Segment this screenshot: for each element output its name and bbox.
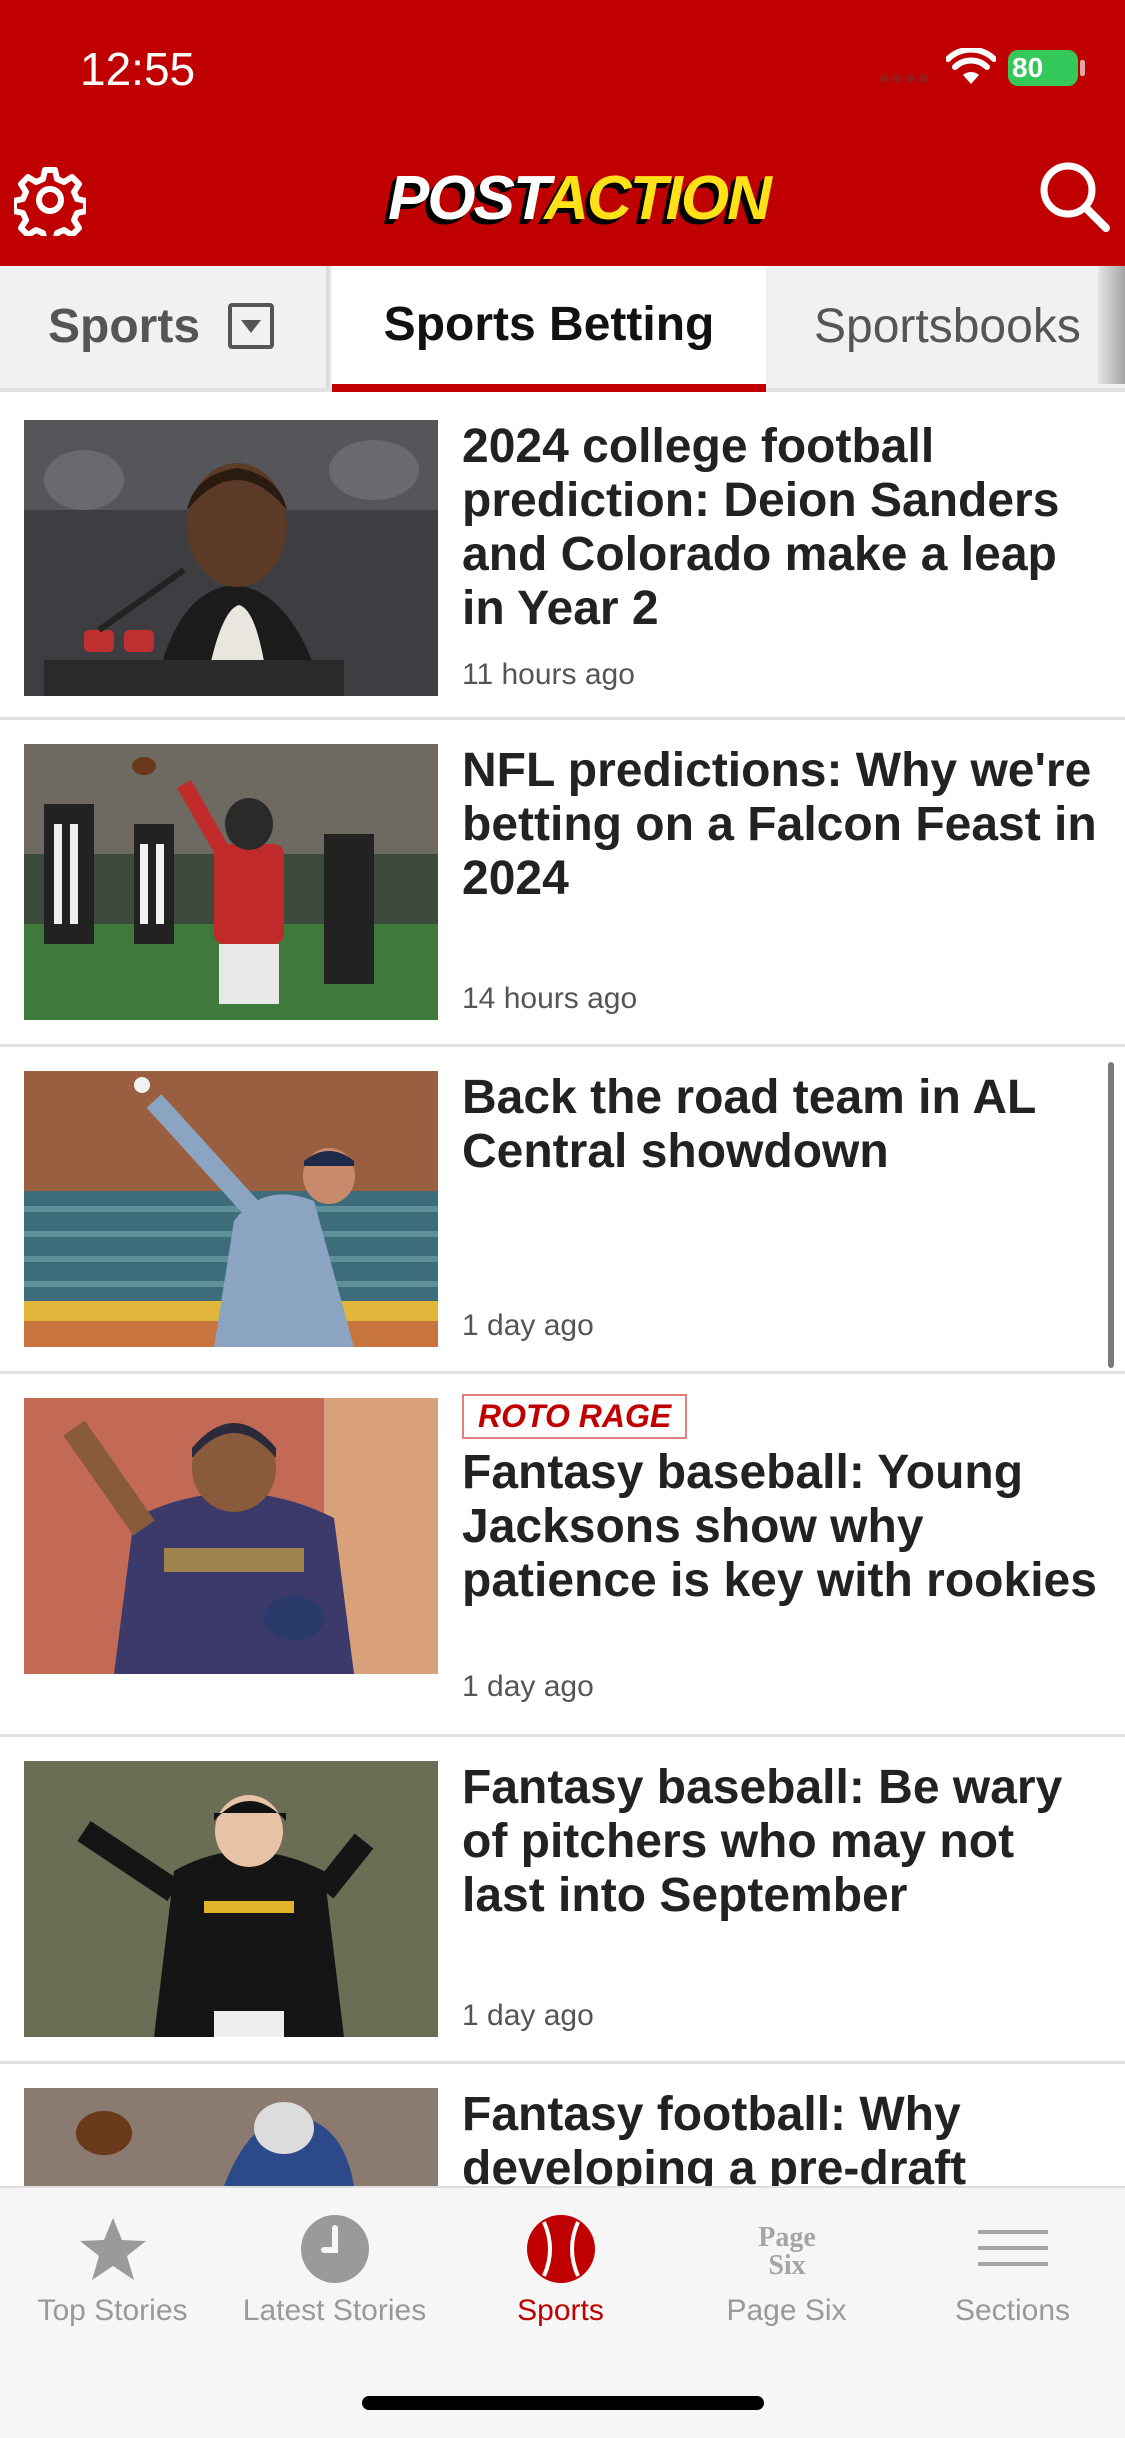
nav-sports-label: Sports bbox=[517, 2294, 604, 2327]
post-action-logo: POSTACTION bbox=[388, 162, 772, 236]
article-row[interactable]: NFL predictions: Why we're betting on a … bbox=[0, 720, 1125, 1047]
search-icon[interactable] bbox=[1036, 158, 1112, 239]
tab-sportsbooks[interactable]: Sportsbooks bbox=[814, 266, 1125, 388]
tab-sports[interactable]: Sports bbox=[0, 266, 330, 388]
article-headline[interactable]: Fantasy football: Why developing a pre-d… bbox=[462, 2088, 1102, 2186]
article-headline[interactable]: NFL predictions: Why we're betting on a … bbox=[462, 744, 1102, 906]
tab-sports-label: Sports bbox=[48, 300, 201, 353]
article-thumbnail[interactable] bbox=[24, 1761, 438, 2037]
article-thumbnail[interactable] bbox=[24, 420, 438, 696]
article-row[interactable]: 2024 college football prediction: Deion … bbox=[0, 396, 1125, 720]
article-timestamp: 11 hours ago bbox=[462, 658, 635, 691]
article-thumbnail[interactable] bbox=[24, 744, 438, 1020]
nav-latest-stories-label: Latest Stories bbox=[242, 2294, 427, 2327]
article-thumbnail[interactable] bbox=[24, 1071, 438, 1347]
wifi-icon bbox=[945, 46, 997, 91]
status-bar: 12:55 80 bbox=[0, 0, 1125, 140]
article-row[interactable]: Fantasy baseball: Be wary of pitchers wh… bbox=[0, 1737, 1125, 2064]
article-kicker[interactable]: ROTO RAGE bbox=[462, 1394, 688, 1439]
article-thumbnail[interactable] bbox=[24, 1398, 438, 1674]
tab-sports-betting[interactable]: Sports Betting bbox=[332, 266, 766, 392]
star-icon bbox=[80, 2218, 146, 2280]
article-thumbnail[interactable] bbox=[24, 2088, 438, 2186]
logo-post-text: POST bbox=[388, 164, 546, 233]
page-six-icon: Page Six bbox=[758, 2222, 816, 2281]
logo-action-text: ACTION bbox=[544, 164, 772, 233]
article-timestamp: 14 hours ago bbox=[462, 982, 638, 1015]
article-timestamp: 1 day ago bbox=[462, 1999, 594, 2032]
article-row[interactable]: Back the road team in AL Central showdow… bbox=[0, 1047, 1125, 1374]
battery-tip bbox=[1080, 60, 1085, 76]
page-six-icon-text-2: Six bbox=[768, 2250, 805, 2281]
article-row[interactable]: ROTO RAGE Fantasy baseball: Young Jackso… bbox=[0, 1374, 1125, 1737]
scrollbar[interactable] bbox=[1108, 1062, 1114, 1368]
clock-icon bbox=[301, 2215, 369, 2283]
signal-icon bbox=[880, 70, 932, 88]
section-tabs: Sports Sports Betting Sportsbooks bbox=[0, 266, 1125, 392]
baseball-icon bbox=[527, 2215, 595, 2283]
status-time: 12:55 bbox=[80, 43, 196, 95]
article-headline[interactable]: Back the road team in AL Central showdow… bbox=[462, 1071, 1102, 1179]
home-indicator[interactable] bbox=[362, 2396, 764, 2410]
menu-icon bbox=[978, 2230, 1048, 2266]
article-timestamp: 1 day ago bbox=[462, 1309, 594, 1342]
article-headline[interactable]: Fantasy baseball: Be wary of pitchers wh… bbox=[462, 1761, 1102, 1923]
nav-sections-label: Sections bbox=[954, 2294, 1071, 2327]
battery-indicator: 80 bbox=[1008, 50, 1078, 86]
gear-icon[interactable] bbox=[11, 164, 89, 245]
article-headline[interactable]: 2024 college football prediction: Deion … bbox=[462, 420, 1102, 636]
article-headline[interactable]: Fantasy baseball: Young Jacksons show wh… bbox=[462, 1446, 1102, 1608]
article-timestamp: 1 day ago bbox=[462, 1670, 594, 1703]
page-six-icon-text-1: Page bbox=[758, 2222, 816, 2253]
nav-page-six-label: Page Six bbox=[726, 2294, 847, 2327]
dropdown-icon[interactable] bbox=[228, 303, 274, 349]
nav-top-stories-label: Top Stories bbox=[37, 2294, 188, 2327]
tabs-scroll-fade bbox=[1098, 266, 1125, 384]
